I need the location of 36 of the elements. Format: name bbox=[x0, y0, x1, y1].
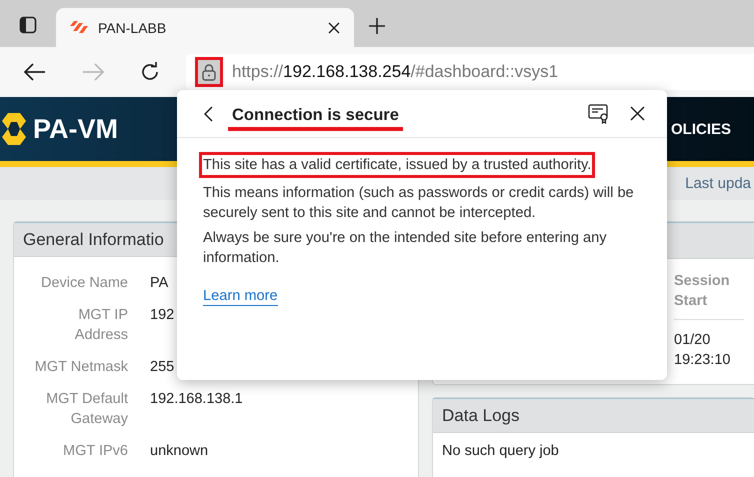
last-updated-text: Last upda bbox=[685, 175, 751, 192]
new-tab-icon[interactable] bbox=[368, 17, 386, 35]
close-icon[interactable] bbox=[630, 106, 645, 121]
favicon-icon bbox=[70, 20, 88, 34]
field-label: MGT IPv6 bbox=[62, 442, 128, 461]
certificate-icon[interactable] bbox=[588, 104, 610, 124]
table-cell-text: 01/20 19:23:10 bbox=[674, 331, 732, 370]
certificate-status-text: This site has a valid certificate, issued by a trusted authority. bbox=[199, 152, 596, 178]
info-paragraph: Always be sure you're on the intended site before entering any information. bbox=[203, 229, 608, 268]
popup-title: Connection is secure bbox=[228, 106, 403, 131]
tab-title: PAN-LABB bbox=[98, 20, 168, 36]
field-label: Device Name bbox=[40, 274, 128, 293]
learn-more-link[interactable]: Learn more bbox=[203, 288, 278, 306]
back-icon[interactable] bbox=[204, 106, 214, 122]
nav-tab[interactable]: OLICIES bbox=[670, 120, 731, 138]
product-name: PA-VM bbox=[33, 114, 118, 144]
field-label: MGT Netmask bbox=[34, 358, 128, 377]
field-value: 255 bbox=[150, 358, 174, 377]
lock-icon bbox=[202, 64, 216, 80]
close-icon[interactable] bbox=[328, 22, 340, 34]
site-info-button[interactable] bbox=[195, 57, 223, 87]
column-header: Session Start bbox=[674, 259, 744, 320]
panel-title: Data Logs bbox=[442, 406, 520, 426]
field-value: unknown bbox=[150, 442, 208, 461]
reload-icon[interactable] bbox=[140, 62, 160, 82]
field-value: 192.168.138.1 bbox=[150, 390, 243, 409]
panel-title: General Informatio bbox=[23, 230, 164, 250]
field-label: MGT IP Address bbox=[74, 306, 128, 345]
tab-actions-icon[interactable] bbox=[19, 16, 37, 34]
browser-tab[interactable]: PAN-LABB bbox=[56, 8, 354, 47]
field-value: 192 bbox=[150, 306, 174, 325]
back-icon[interactable] bbox=[24, 63, 46, 81]
field-label: MGT Default Gateway bbox=[45, 390, 128, 429]
info-paragraph: This means information (such as passwords or credit cards) will be securely sent to this site and cannot be intercepted. bbox=[203, 184, 635, 223]
field-value: PA bbox=[150, 274, 168, 293]
status-message: No such query job bbox=[442, 443, 559, 459]
